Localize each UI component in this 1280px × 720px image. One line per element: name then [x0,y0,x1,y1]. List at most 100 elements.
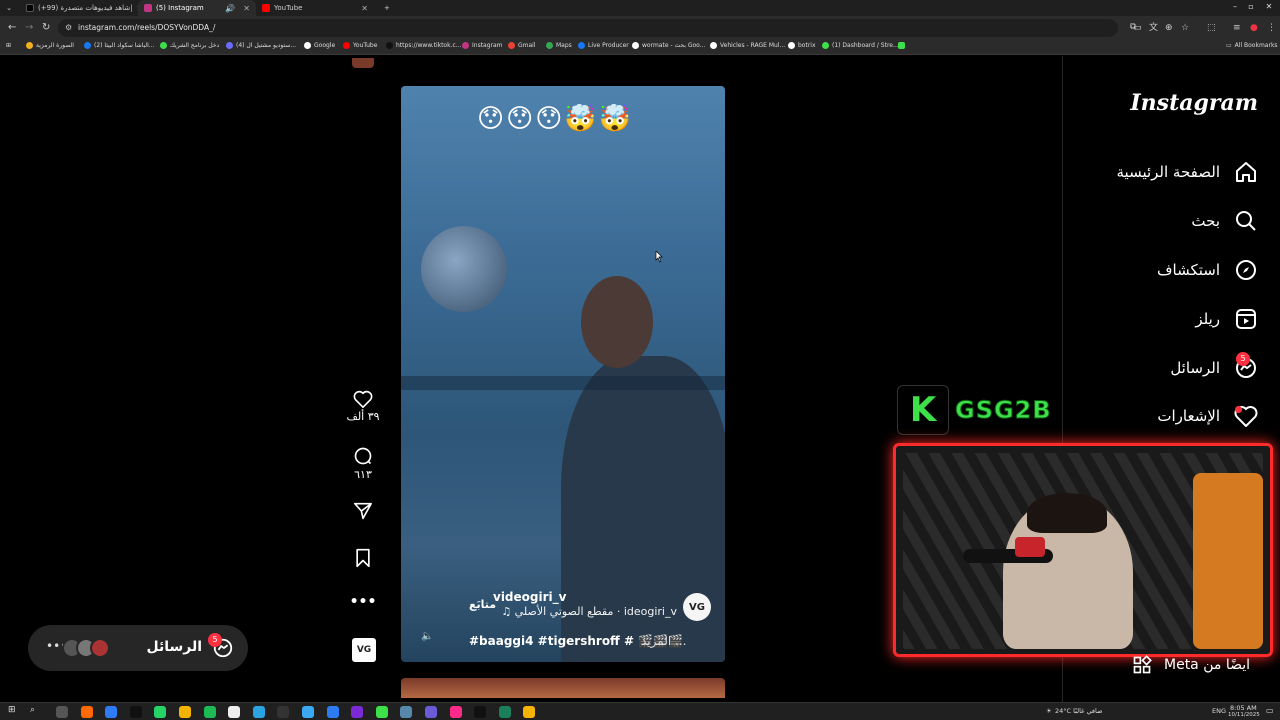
discord-icon[interactable] [425,706,437,718]
tab-search-button[interactable]: ⌄ [0,0,18,16]
bookmark-star-icon[interactable]: ☆ [1181,23,1189,33]
bookmark-item[interactable]: Live Producer [578,42,629,49]
windows-start-icon[interactable]: ⊞ [8,705,16,715]
bookmark-item[interactable]: الصورة الرمزية [26,42,74,49]
reel-video[interactable]: 😯😯😯🤯🤯 VG videogiri_v متابَع ideogiri_v ·… [401,86,725,662]
app-icon[interactable] [228,706,241,718]
kick-logo: K [897,385,949,435]
sidebar-item-home[interactable]: الصفحة الرئيسية [1117,160,1259,184]
premiere-icon[interactable] [351,706,364,718]
steam-icon[interactable] [277,706,290,718]
like-button[interactable]: ٣٩ ألف [346,390,380,423]
sidebar-item-reels[interactable]: ريلز [1195,307,1258,331]
new-tab-button[interactable]: + [378,0,394,16]
reel-author-name[interactable]: videogiri_v [493,590,566,604]
reel-audio-label[interactable]: ideogiri_v · مقطع الصوتي الأصلي ♫ [497,605,677,618]
notifications-icon[interactable]: ▭ [1266,706,1274,715]
app-icon[interactable] [326,706,339,718]
bookmark-item[interactable]: Instagram [462,42,503,49]
back-button[interactable]: ← [8,22,16,34]
edge-icon[interactable] [105,706,118,718]
spotify-icon[interactable] [203,706,216,718]
tab-tiktok[interactable]: شاهد فيديوهات متصدرة (99+)| ✕ [20,0,138,16]
next-reel-preview[interactable] [401,678,725,698]
bookmark-item[interactable]: https://www.tiktok.c... [386,42,462,49]
bookmark-item[interactable]: wormate - بحث Goo... [632,42,705,49]
reel-person-head [581,276,653,368]
bookmark-item[interactable]: Google [304,42,335,49]
clock-date[interactable]: 10/11/2025 [1228,712,1260,718]
bookmark-item[interactable]: Gmail [508,42,536,49]
bookmark-item[interactable]: Maps [546,42,572,49]
app-icon[interactable] [80,706,93,718]
reel-more-link[interactable]: المزيد ... [641,634,686,648]
previous-reel-thumbnail[interactable] [352,58,374,68]
reel-author-avatar[interactable]: VG [683,593,711,621]
address-bar[interactable]: ⚙ instagram.com/reels/DOSYVonDDA_/ ⧉ [58,19,1136,37]
follow-status[interactable]: متابَع [469,598,496,611]
clock-time[interactable]: 8:05 AM [1230,704,1257,712]
site-info-icon[interactable]: ⚙ [65,23,72,32]
bookmark-item[interactable]: (1) Dashboard / Stre... [822,42,899,49]
more-options-button[interactable]: ••• [346,594,380,610]
all-bookmarks-label: All Bookmarks [1234,42,1278,49]
comment-count: ٦١٣ [354,468,372,481]
bookmark-item[interactable]: دخل برنامج الشريك [160,42,219,49]
task-view-icon[interactable] [56,706,68,718]
minimize-button[interactable]: – [1228,2,1242,11]
chrome-icon[interactable] [523,706,536,718]
share-button[interactable] [346,502,380,520]
save-button[interactable] [346,548,380,568]
explore-icon [1236,260,1256,280]
tiktok-icon[interactable] [474,706,487,718]
reading-list-icon[interactable]: ≡ [1233,23,1241,33]
sidebar-item-explore[interactable]: استكشاف [1157,258,1258,282]
speaker-icon[interactable]: 🔊 [225,4,235,13]
instagram-logo[interactable]: Instagram [1130,90,1258,116]
close-icon[interactable]: ✕ [361,4,368,13]
whatsapp-icon[interactable] [154,706,167,718]
telegram-icon[interactable] [252,706,265,718]
sidebar-item-search[interactable]: بحث [1191,209,1258,233]
reload-button[interactable]: ↻ [42,22,50,34]
cast-icon[interactable]: ▭ [1133,23,1142,33]
bookmark-item[interactable]: YouTube [343,42,377,49]
apps-icon[interactable]: ⊞ [6,42,11,49]
all-bookmarks[interactable]: ▭ All Bookmarks [1226,42,1278,49]
bookmark-item[interactable]: botrix [788,42,816,49]
tab-instagram[interactable]: (5) Instagram 🔊 ✕ [138,0,256,16]
weather-icon[interactable]: ☀ [1046,707,1052,715]
window-close-button[interactable]: ✕ [1262,2,1276,11]
messages-badge: 5 [208,633,222,647]
translate-icon[interactable]: 文 [1149,23,1158,33]
sidebar-item-notifications[interactable]: الإشعارات [1157,405,1258,427]
chrome-icon[interactable] [179,706,191,718]
obs-icon[interactable] [129,706,142,718]
profile-icon[interactable]: ● [1250,23,1258,33]
sidebar-item-meta[interactable]: ايضًا من Meta [1132,655,1250,675]
maximize-button[interactable]: ▫ [1244,2,1258,11]
zoom-icon[interactable]: ⊕ [1165,23,1173,33]
extensions-icon[interactable]: ⬚ [1207,23,1216,33]
comment-button[interactable]: ٦١٣ [346,446,380,481]
language-indicator[interactable]: ENG [1212,707,1226,715]
bookmark-item[interactable]: Vehicles - RAGE Mul... [710,42,785,49]
tab-youtube[interactable]: YouTube ✕ [256,0,374,16]
kick-icon[interactable] [375,706,388,718]
bookmark-label: Vehicles - RAGE Mul... [720,42,786,49]
kick-bookmark-icon[interactable] [898,42,905,49]
audio-avatar[interactable]: VG [352,638,376,662]
app-icon[interactable] [302,706,314,718]
app-icon[interactable] [400,706,413,718]
app-icon[interactable] [449,706,462,718]
bookmark-item[interactable]: (2) الباشا سكواد البيثا... [84,42,154,49]
search-icon[interactable]: ⌕ [30,705,35,715]
speaker-icon[interactable]: 🔈 [421,631,433,642]
close-icon[interactable]: ✕ [243,4,250,13]
app-icon[interactable] [498,706,511,718]
messages-pill[interactable]: ••• الرسائل 5 [28,625,248,671]
menu-icon[interactable]: ⋮ [1267,23,1276,33]
forward-button[interactable]: → [25,22,33,34]
weather-text[interactable]: 24°C صافي غالبًا [1055,707,1103,715]
bookmark-item[interactable]: (4) ستوديو مشتيل ال... [226,42,296,49]
